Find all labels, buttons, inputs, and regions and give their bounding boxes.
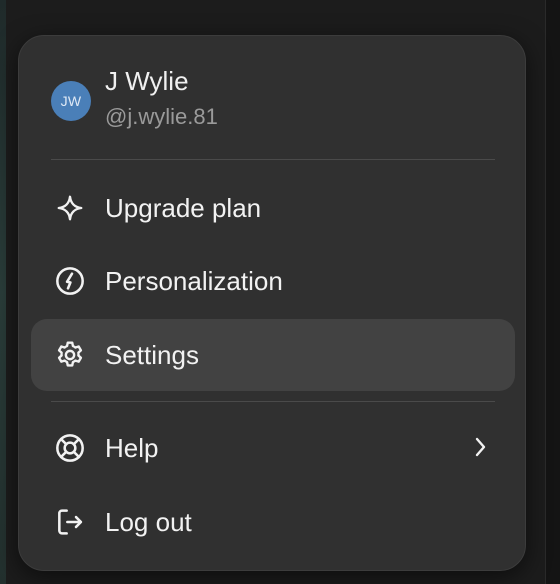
account-menu: JW J Wylie @j.wylie.81 Upgrade plan Pers… (18, 35, 526, 571)
menu-item-label: Help (105, 433, 159, 463)
user-handle: @j.wylie.81 (105, 104, 218, 129)
profile-header[interactable]: JW J Wylie @j.wylie.81 (51, 66, 218, 136)
profile-names: J Wylie @j.wylie.81 (105, 66, 218, 131)
menu-item-personalization[interactable]: Personalization (31, 245, 515, 317)
divider (51, 401, 495, 402)
logout-icon (52, 504, 88, 540)
lifebuoy-icon (52, 430, 88, 466)
personalization-icon (52, 263, 88, 299)
sparkle-icon (52, 190, 88, 226)
menu-item-settings[interactable]: Settings (31, 319, 515, 391)
background-scrollbar (545, 0, 560, 584)
menu-item-label: Upgrade plan (105, 193, 262, 223)
divider (51, 159, 495, 160)
background-left-edge (0, 0, 6, 584)
menu-item-help[interactable]: Help (31, 412, 515, 484)
gear-icon (52, 337, 88, 373)
avatar: JW (51, 81, 91, 121)
menu-item-upgrade-plan[interactable]: Upgrade plan (31, 172, 515, 244)
menu-item-label: Settings (105, 340, 199, 370)
menu-item-label: Log out (105, 507, 192, 537)
user-name: J Wylie (105, 66, 189, 96)
menu-item-label: Personalization (105, 266, 283, 296)
chevron-right-icon (467, 434, 493, 460)
menu-item-log-out[interactable]: Log out (31, 486, 515, 558)
